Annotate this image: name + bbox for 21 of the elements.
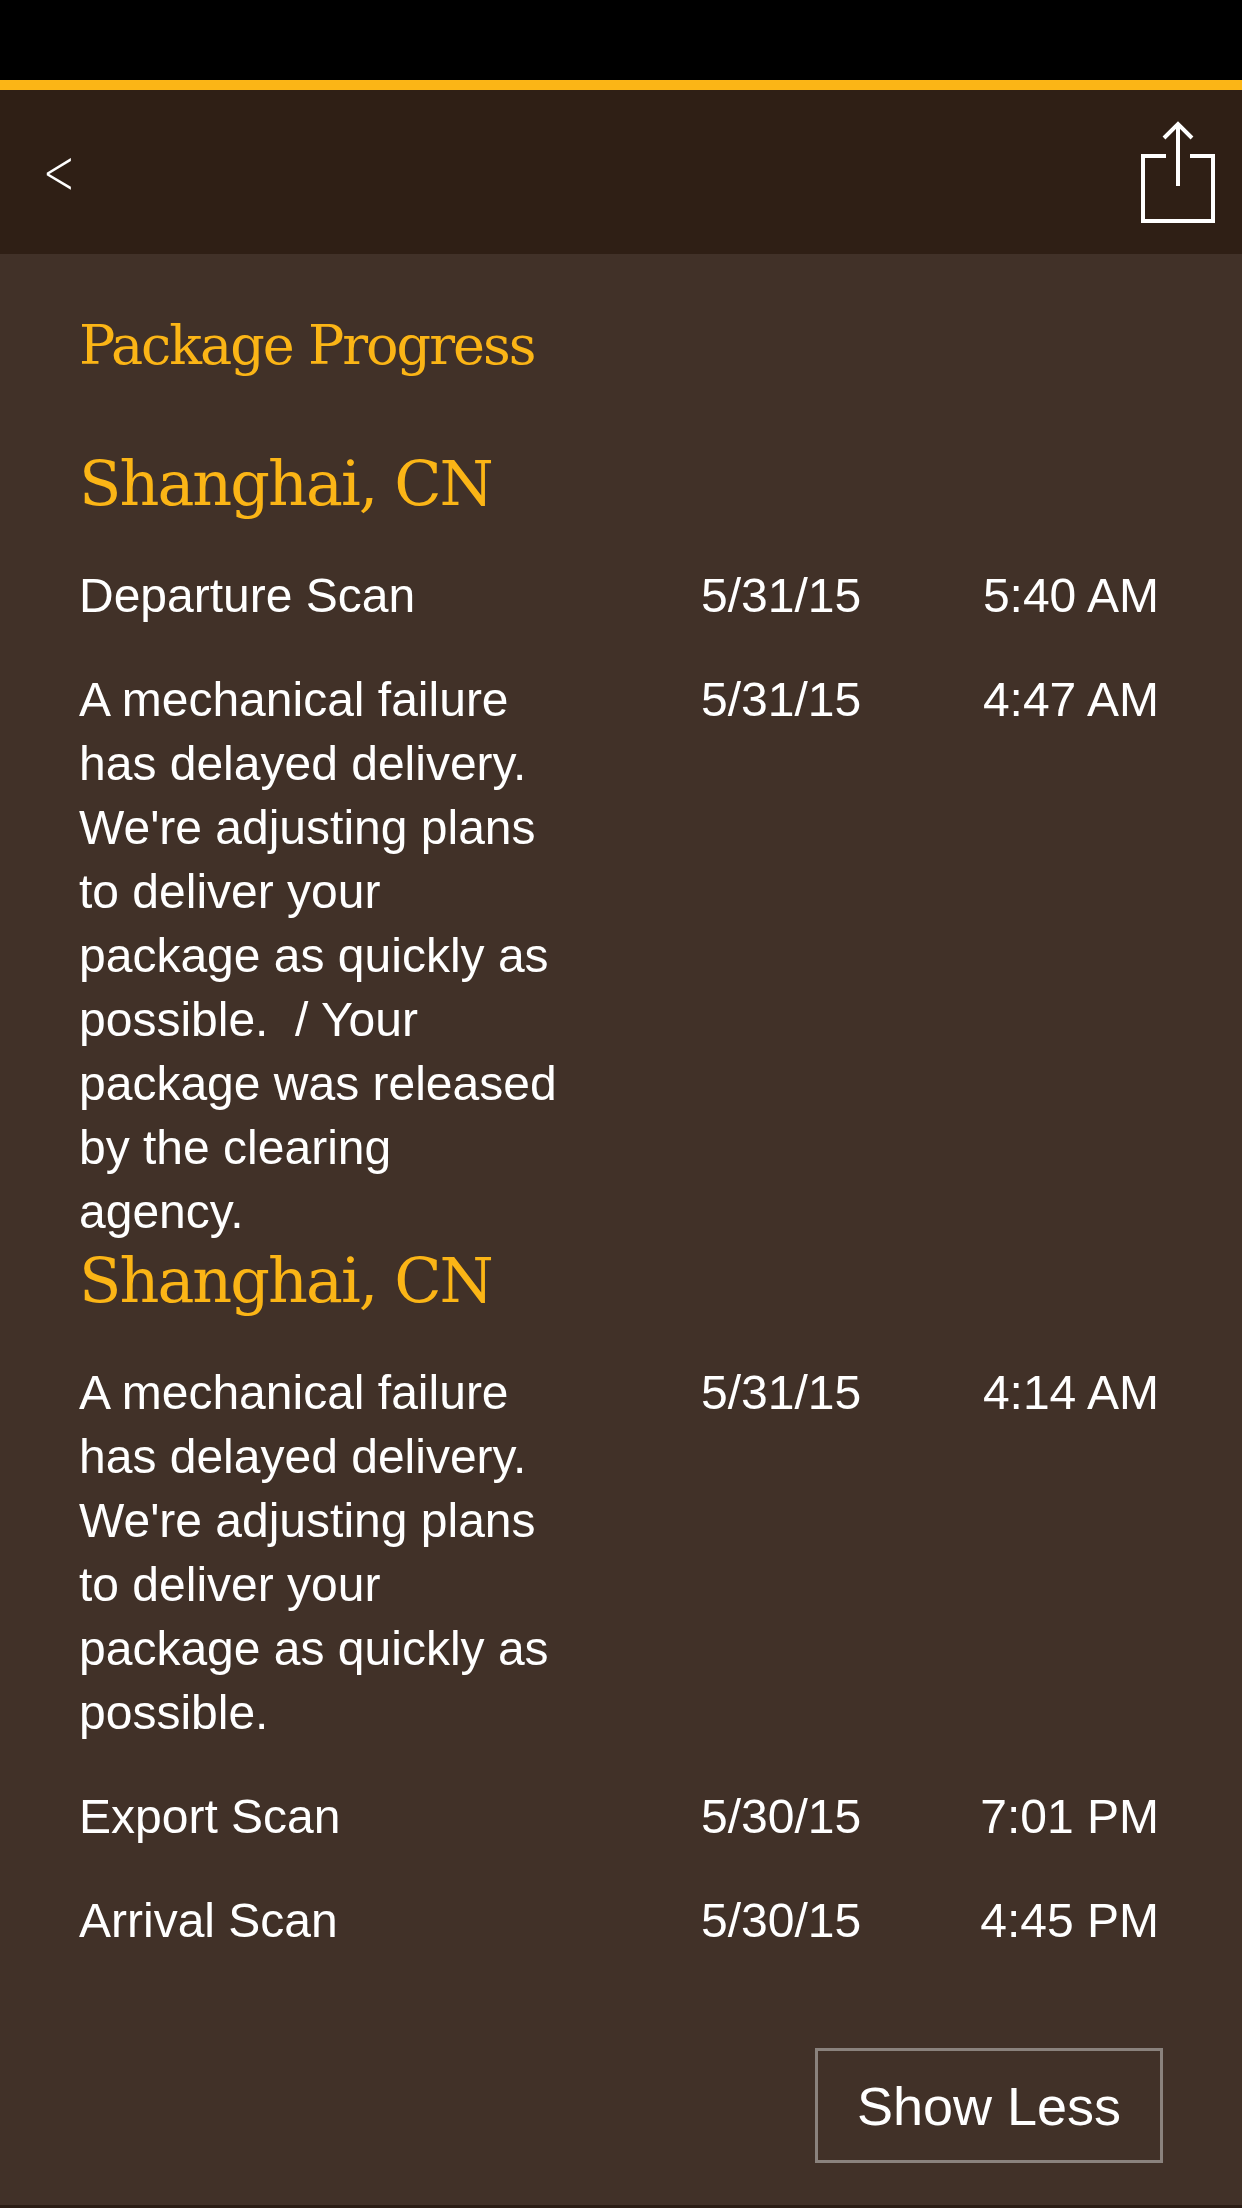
page-title: Package Progress bbox=[79, 314, 536, 377]
event-date: 5/30/15 bbox=[700, 1893, 863, 1949]
show-less-button[interactable]: Show Less bbox=[815, 2048, 1163, 2163]
event-description: Departure Scan bbox=[79, 568, 417, 624]
event-time: 4:47 AM bbox=[981, 672, 1159, 728]
event-date: 5/30/15 bbox=[700, 1789, 863, 1845]
event-description: A mechanical failure has delayed delivery. We're adjusting plans to deliver your package as quickly as possible. bbox=[79, 1365, 550, 1741]
event-time: 5:40 AM bbox=[981, 568, 1159, 624]
event-date: 5/31/15 bbox=[700, 672, 863, 728]
event-time: 4:14 AM bbox=[981, 1365, 1159, 1421]
event-time: 4:45 PM bbox=[979, 1893, 1159, 1949]
location-heading: Shanghai, CN bbox=[79, 447, 493, 520]
event-description: A mechanical failure has delayed delivery. We're adjusting plans to deliver your package as quickly as possible. / Your package was released by the clearing agency. bbox=[79, 672, 558, 1240]
location-heading: Shanghai, CN bbox=[79, 1244, 493, 1317]
event-date: 5/31/15 bbox=[700, 1365, 863, 1421]
event-time: 7:01 PM bbox=[979, 1789, 1159, 1845]
back-button[interactable]: < bbox=[37, 140, 80, 204]
event-description: Export Scan bbox=[79, 1789, 342, 1845]
event-date: 5/31/15 bbox=[700, 568, 863, 624]
share-icon[interactable] bbox=[1140, 120, 1216, 224]
event-description: Arrival Scan bbox=[79, 1893, 339, 1949]
